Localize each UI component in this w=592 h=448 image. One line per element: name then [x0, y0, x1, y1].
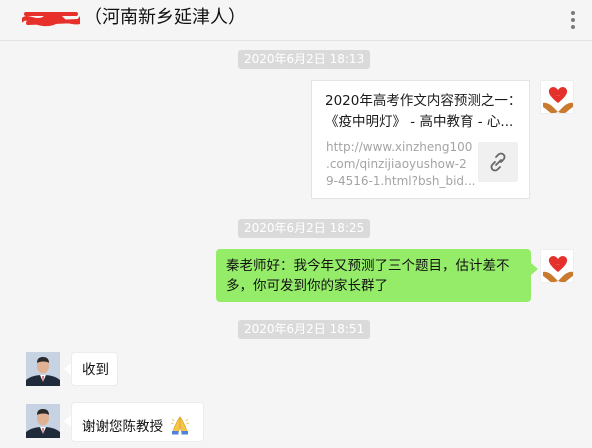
- received-message-text: 谢谢您陈教授: [82, 419, 163, 435]
- link-card-message[interactable]: 2020年高考作文内容预测之一： 《疫中明灯》 - 高中教育 - 心... ht…: [311, 80, 530, 199]
- person-avatar[interactable]: [26, 404, 60, 438]
- link-card-title-line: 《疫中明灯》 - 高中教育 - 心...: [325, 114, 514, 130]
- link-card-title-line: 2020年高考作文内容预测之一：: [325, 93, 522, 109]
- received-message-bubble[interactable]: 收到: [71, 352, 118, 386]
- svg-text:·····: ·····: [556, 262, 561, 266]
- link-card-url: http://www.xinzheng100 .com/qinzijiaoyus…: [326, 139, 476, 190]
- person-avatar[interactable]: [26, 352, 60, 386]
- link-card-url-line: 9-4516-1.html?bsh_bid...: [326, 174, 476, 188]
- link-card-url-line: http://www.xinzheng100: [326, 140, 473, 154]
- bubble-tail: [64, 415, 71, 427]
- heart-hands-avatar[interactable]: ·····: [540, 249, 574, 283]
- heart-hands-avatar[interactable]: ·····: [540, 80, 574, 114]
- received-message-bubble[interactable]: 谢谢您陈教授: [71, 402, 204, 442]
- timestamp: 2020年6月2日 18:51: [238, 320, 371, 339]
- chat-title: （河南新乡延津人）: [84, 7, 246, 28]
- bubble-tail: [531, 263, 538, 275]
- menu-icon[interactable]: [564, 11, 582, 31]
- svg-text:·····: ·····: [556, 93, 561, 97]
- link-icon: [478, 142, 518, 182]
- sent-message-bubble[interactable]: 秦老师好：我今年又预测了三个题目，估计差不 多，你可发到你的家长群了: [216, 249, 531, 302]
- timestamp: 2020年6月2日 18:25: [238, 219, 371, 238]
- sent-message-line: 秦老师好：我今年又预测了三个题目，估计差不: [226, 258, 510, 274]
- sent-message-line: 多，你可发到你的家长群了: [226, 278, 388, 294]
- link-card-title: 2020年高考作文内容预测之一： 《疫中明灯》 - 高中教育 - 心...: [325, 91, 523, 133]
- praying-hands-emoji: [171, 416, 190, 435]
- received-message-text: 收到: [82, 362, 109, 378]
- sent-message-text: 秦老师好：我今年又预测了三个题目，估计差不 多，你可发到你的家长群了: [226, 256, 526, 296]
- timestamp: 2020年6月2日 18:13: [238, 50, 371, 69]
- redacted-name: [22, 12, 80, 27]
- link-card-url-line: .com/qinzijiaoyushow-2: [326, 157, 467, 171]
- bubble-tail: [64, 363, 71, 375]
- chat-header: （河南新乡延津人）: [0, 0, 592, 41]
